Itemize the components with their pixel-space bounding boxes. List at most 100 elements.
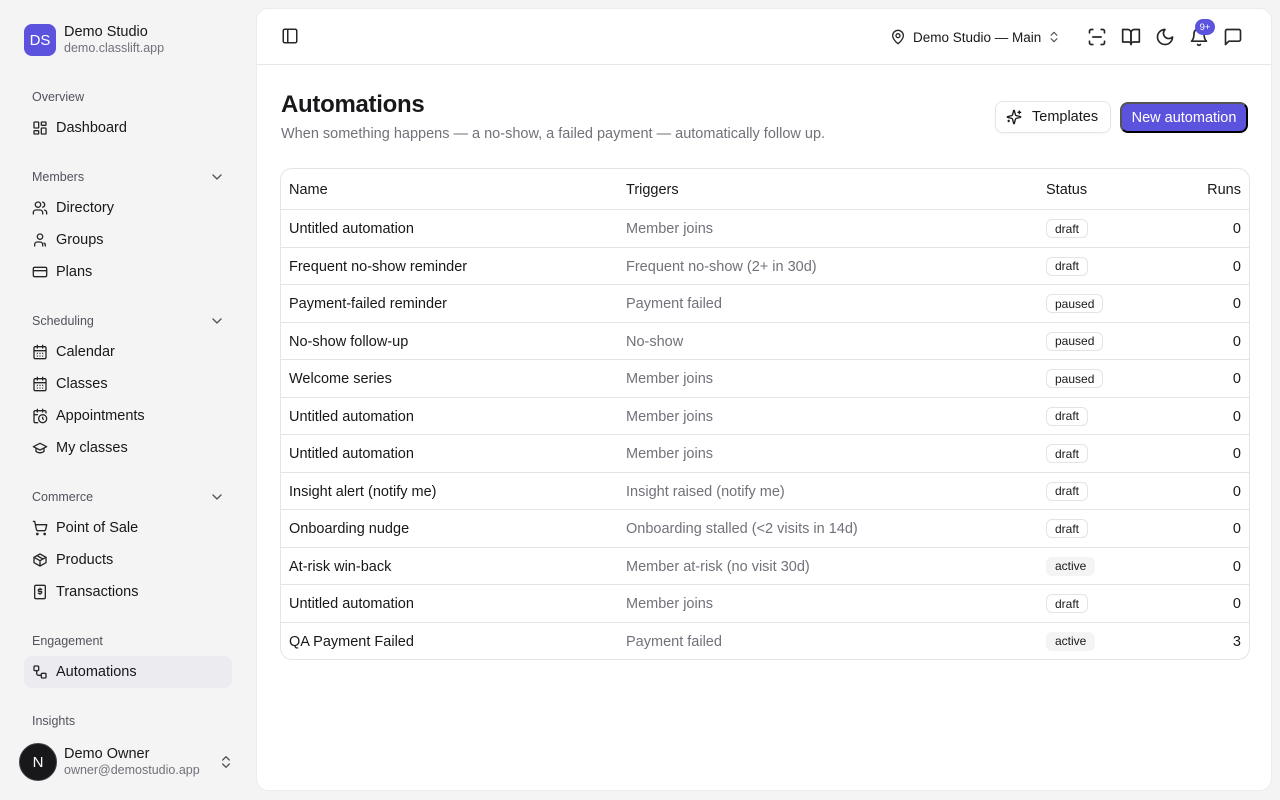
table-row[interactable]: No-show follow-up No-show paused 0 (281, 323, 1249, 360)
table-header: Name Triggers Status Runs (281, 169, 1249, 210)
status-badge: paused (1046, 331, 1104, 351)
nav-group-insights: Insights (32, 713, 224, 729)
table-row[interactable]: Untitled automation Member joins draft 0 (281, 210, 1249, 248)
automation-trigger: Member joins (626, 446, 714, 462)
sidebar-item-appointments[interactable]: Appointments (24, 400, 232, 432)
table-row[interactable]: Payment-failed reminder Payment failed pau… (281, 285, 1249, 323)
sidebar-item-label: Directory (56, 200, 115, 216)
sidebar-item-transactions[interactable]: Transactions (24, 576, 232, 608)
map-pin-icon (890, 29, 906, 45)
automation-name[interactable]: No-show follow-up (289, 334, 408, 350)
table-row[interactable]: Welcome series Member joins paused 0 (281, 360, 1249, 398)
user-email: owner@demostudio.app (64, 763, 200, 777)
automation-name[interactable]: Onboarding nudge (289, 521, 409, 537)
nav-group-label: Members (32, 170, 85, 184)
sidebar-item-calendar[interactable]: Calendar (24, 336, 232, 368)
status-badge: active (1046, 556, 1096, 576)
top-bar: Demo Studio — Main 9+ (257, 9, 1271, 65)
run-count: 0 (1232, 258, 1241, 275)
sidebar-item-label: Plans (56, 264, 93, 280)
table-row[interactable]: QA Payment Failed Payment failed active 3 (281, 623, 1249, 660)
sidebar-item-classes[interactable]: Classes (24, 368, 232, 400)
sidebar-item-point-of-sale[interactable]: Point of Sale (24, 512, 232, 544)
status-badge: draft (1046, 219, 1089, 238)
workspace-switcher[interactable]: DS Demo Studio demo.classlift.app (24, 24, 164, 56)
column-header-triggers[interactable]: Triggers (626, 182, 679, 198)
status-badge: draft (1046, 406, 1089, 426)
sidebar-toggle-icon[interactable] (281, 27, 301, 47)
run-count: 0 (1232, 446, 1241, 462)
nav-group-commerce[interactable]: Commerce (32, 489, 224, 505)
automation-name[interactable]: At-risk win-back (289, 559, 391, 575)
workspace-name: Demo Studio (64, 24, 148, 40)
status-badge: draft (1046, 256, 1089, 276)
moon-icon[interactable] (1155, 27, 1175, 47)
run-count: 3 (1232, 633, 1241, 650)
table-row[interactable]: Untitled automation Member joins draft 0 (281, 398, 1249, 435)
dashboard-icon (32, 120, 48, 136)
table-row[interactable]: Frequent no-show reminder Frequent no-sho… (281, 248, 1249, 285)
table-row[interactable]: At-risk win-back Member at-risk (no visit… (281, 548, 1249, 585)
templates-button-label: Templates (1032, 109, 1099, 125)
chevron-down-icon[interactable] (209, 489, 225, 505)
status-badge: paused (1046, 294, 1104, 313)
automation-name[interactable]: Untitled automation (289, 596, 414, 612)
automation-name[interactable]: Insight alert (notify me) (289, 484, 436, 500)
calendar-icon (32, 344, 48, 360)
receipt-icon (32, 584, 48, 600)
location-selector[interactable]: Demo Studio — Main (890, 27, 1061, 47)
status-badge: draft (1046, 519, 1089, 538)
page-description: When something happens — a no-show, a fa… (281, 126, 826, 142)
sidebar-item-label: Appointments (56, 408, 145, 424)
sidebar-item-label: Classes (56, 376, 108, 392)
templates-button[interactable]: Templates (995, 101, 1111, 133)
scan-icon[interactable] (1087, 27, 1107, 47)
sparkles-icon (1006, 109, 1022, 125)
automation-trigger: No-show (626, 333, 684, 350)
automation-name[interactable]: QA Payment Failed (289, 634, 414, 650)
automation-trigger: Payment failed (626, 633, 722, 650)
table-row[interactable]: Insight alert (notify me) Insight raised … (281, 473, 1249, 510)
column-header-status[interactable]: Status (1046, 182, 1087, 198)
sidebar-item-plans[interactable]: Plans (24, 256, 232, 288)
user-menu[interactable]: N Demo Owner owner@demostudio.app (19, 742, 234, 782)
automation-name[interactable]: Welcome series (289, 371, 392, 387)
sidebar-item-directory[interactable]: Directory (24, 192, 232, 224)
nav-group-label: Commerce (32, 490, 94, 504)
automation-name[interactable]: Untitled automation (289, 221, 414, 237)
sidebar-item-groups[interactable]: Groups (24, 224, 232, 256)
run-count: 0 (1232, 408, 1241, 425)
automation-trigger: Member joins (626, 221, 714, 237)
cart-icon (32, 520, 48, 536)
sidebar-item-my-classes[interactable]: My classes (24, 432, 232, 464)
sidebar-item-products[interactable]: Products (24, 544, 232, 576)
status-badge: active (1046, 631, 1096, 651)
new-automation-button[interactable]: New automation (1120, 102, 1248, 133)
sidebar-item-label: My classes (56, 440, 128, 456)
column-header-name[interactable]: Name (289, 182, 328, 198)
sidebar-item-dashboard[interactable]: Dashboard (24, 112, 232, 144)
book-open-icon[interactable] (1121, 27, 1141, 47)
automation-name[interactable]: Untitled automation (289, 409, 414, 425)
message-square-icon[interactable] (1223, 27, 1243, 47)
main-panel: Demo Studio — Main 9+ Automations When s… (256, 8, 1272, 791)
automation-name[interactable]: Payment-failed reminder (289, 296, 447, 312)
table-row[interactable]: Untitled automation Member joins draft 0 (281, 585, 1249, 623)
sidebar-item-automations[interactable]: Automations (24, 656, 232, 688)
table-row[interactable]: Onboarding nudge Onboarding stalled (<2 v… (281, 510, 1249, 548)
chevron-down-icon[interactable] (209, 169, 225, 185)
status-badge: draft (1046, 481, 1089, 501)
column-header-runs[interactable]: Runs (1207, 182, 1241, 198)
nav-group-members[interactable]: Members (32, 169, 224, 185)
nav-group-scheduling[interactable]: Scheduling (32, 313, 224, 329)
table-row[interactable]: Untitled automation Member joins draft 0 (281, 435, 1249, 473)
automation-name[interactable]: Untitled automation (289, 446, 414, 462)
chevron-down-icon[interactable] (209, 313, 225, 329)
run-count: 0 (1232, 483, 1241, 500)
user-icon (32, 232, 48, 248)
chevrons-up-down-icon (218, 754, 234, 770)
workspace-logo: DS (24, 24, 56, 56)
automation-name[interactable]: Frequent no-show reminder (289, 259, 467, 275)
automation-trigger: Member at-risk (no visit 30d) (626, 558, 810, 575)
automation-trigger: Frequent no-show (2+ in 30d) (626, 258, 817, 275)
